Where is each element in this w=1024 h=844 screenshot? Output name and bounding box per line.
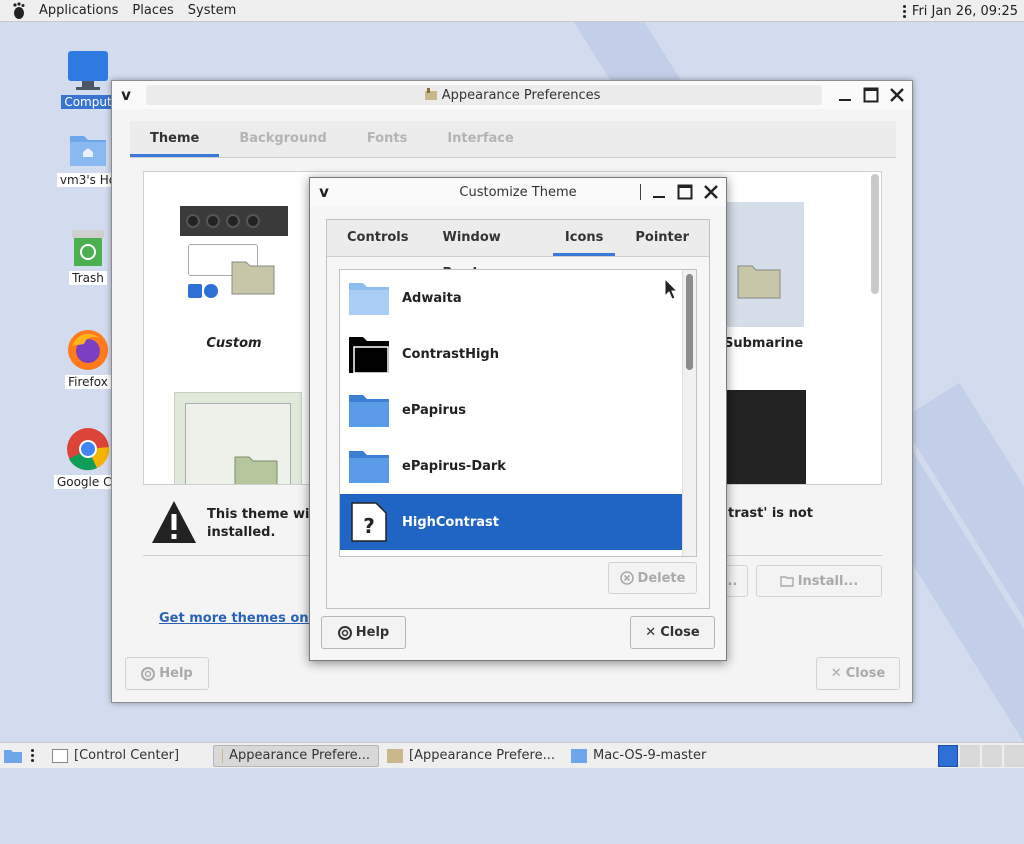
theme-grid-scrollbar[interactable] <box>871 174 879 294</box>
folder-blue-icon <box>349 395 389 427</box>
desktop-icon-label: vm3's Ho <box>56 173 120 187</box>
close-button[interactable]: ✕ Close <box>630 616 715 649</box>
warning-text: This theme will installed. <box>207 507 319 540</box>
computer-icon <box>68 51 108 90</box>
workspace-4[interactable] <box>1004 745 1024 767</box>
tab-icons[interactable]: Icons <box>552 220 616 256</box>
title-area <box>146 85 822 105</box>
customize-theme-dialog: v Customize Theme Controls Window Border… <box>309 177 727 661</box>
tab-background[interactable]: Background <box>219 121 347 157</box>
warning-text-right: trast' is not <box>728 506 813 521</box>
svg-text:?: ? <box>363 514 375 538</box>
workspace-switcher[interactable] <box>938 745 1024 767</box>
taskbar-item[interactable]: Mac-OS-9-master <box>563 745 714 767</box>
close-icon: ✕ <box>645 625 657 640</box>
list-item[interactable]: ePapirus <box>340 382 696 438</box>
workspace-2[interactable] <box>960 745 980 767</box>
titlebar[interactable]: v Appearance Preferences <box>112 81 912 109</box>
minimize-button[interactable] <box>834 84 856 106</box>
folder-icon <box>737 265 781 299</box>
close-button[interactable]: ✕ Close <box>816 657 900 690</box>
folder-blue-icon <box>349 451 389 483</box>
taskbar-item[interactable]: [Control Center] <box>44 745 187 767</box>
unknown-file-icon: ? <box>351 502 387 542</box>
tab-controls[interactable]: Controls <box>327 220 428 256</box>
mouse-pointer-icon <box>664 278 678 300</box>
appearance-icon <box>387 748 404 763</box>
home-folder-icon <box>70 136 106 166</box>
theme-preview <box>180 206 288 236</box>
list-item[interactable]: ePapirus-Dark <box>340 438 696 494</box>
menu-system[interactable]: System <box>181 3 243 18</box>
window-menu-icon[interactable]: v <box>310 183 338 201</box>
folder-black-icon <box>349 337 389 374</box>
theme-item-custom[interactable]: Custom <box>180 206 298 356</box>
control-center-icon <box>52 748 68 763</box>
theme-name: Submarine <box>724 336 804 351</box>
desktop-icon-label: Comput <box>61 95 115 109</box>
help-icon <box>141 666 156 681</box>
help-button[interactable]: Help <box>321 616 406 649</box>
delete-button[interactable]: Delete <box>608 562 697 594</box>
theme-item-preview[interactable] <box>174 392 302 484</box>
list-item[interactable]: ContrastHigh <box>340 326 696 382</box>
show-desktop-icon[interactable] <box>3 747 23 765</box>
warning-icon <box>152 501 196 543</box>
taskbar-item-active[interactable]: Appearance Prefere... <box>213 744 380 767</box>
folder-icon <box>571 748 587 763</box>
minimize-button[interactable] <box>648 181 670 203</box>
help-button[interactable]: Help <box>125 657 209 690</box>
close-icon: ✕ <box>830 666 842 681</box>
delete-icon <box>619 571 634 585</box>
gnome-foot-icon[interactable] <box>8 1 30 21</box>
checkbox-preview <box>188 284 218 298</box>
folder-icon <box>234 456 278 484</box>
menu-places[interactable]: Places <box>125 3 180 18</box>
help-icon <box>337 625 352 640</box>
window-menu-icon[interactable]: v <box>112 86 140 104</box>
close-window-button[interactable] <box>700 181 722 203</box>
appearance-icon <box>222 748 224 763</box>
icon-theme-list: Adwaita ContrastHigh ePapirus ePapirus-D… <box>339 269 697 557</box>
list-item-selected[interactable]: ? HighContrast <box>340 494 696 550</box>
taskbar-item[interactable]: [Appearance Prefere... <box>379 745 563 767</box>
folder-light-blue-icon <box>349 283 389 315</box>
workspace-3[interactable] <box>982 745 1002 767</box>
close-window-button[interactable] <box>886 84 908 106</box>
get-more-themes-link[interactable]: Get more themes onlin <box>159 611 327 626</box>
top-panel: Applications Places System Fri Jan 26, 0… <box>0 0 1024 22</box>
folder-icon <box>231 261 275 295</box>
desktop-icon-label: Firefox <box>65 375 111 389</box>
trash-icon <box>72 230 104 266</box>
maximize-button[interactable] <box>860 84 882 106</box>
taskbar: [Control Center] Appearance Prefere... [… <box>0 742 1024 768</box>
install-button[interactable]: Install... <box>756 565 882 597</box>
panel-menu-icon[interactable] <box>902 4 906 18</box>
desktop-icon-label: Trash <box>69 271 107 285</box>
theme-item-submarine[interactable]: Submarine <box>724 202 834 352</box>
folder-open-icon <box>780 576 794 587</box>
tab-pointer[interactable]: Pointer <box>615 220 709 256</box>
list-scrollbar[interactable] <box>682 270 696 556</box>
chrome-icon <box>67 428 110 471</box>
theme-name: Custom <box>206 336 262 351</box>
dialog-titlebar[interactable]: v Customize Theme <box>310 178 726 206</box>
theme-item-dark-preview[interactable] <box>724 390 806 484</box>
workspace-1[interactable] <box>938 745 958 767</box>
tab-interface[interactable]: Interface <box>427 121 534 157</box>
list-item[interactable]: Adwaita <box>340 270 696 326</box>
tab-fonts[interactable]: Fonts <box>347 121 428 157</box>
clock[interactable]: Fri Jan 26, 09:25 <box>912 4 1018 19</box>
firefox-icon <box>68 330 108 370</box>
dialog-panel: Controls Window Border Icons Pointer Adw… <box>326 219 710 609</box>
maximize-button[interactable] <box>674 181 696 203</box>
main-tabs: Theme Background Fonts Interface <box>130 121 896 158</box>
taskbar-handle-icon[interactable] <box>31 749 34 762</box>
customize-tabs: Controls Window Border Icons Pointer <box>327 220 709 281</box>
tab-window-border[interactable]: Window Border <box>428 220 552 281</box>
menu-applications[interactable]: Applications <box>32 3 125 18</box>
tab-theme[interactable]: Theme <box>130 121 220 157</box>
